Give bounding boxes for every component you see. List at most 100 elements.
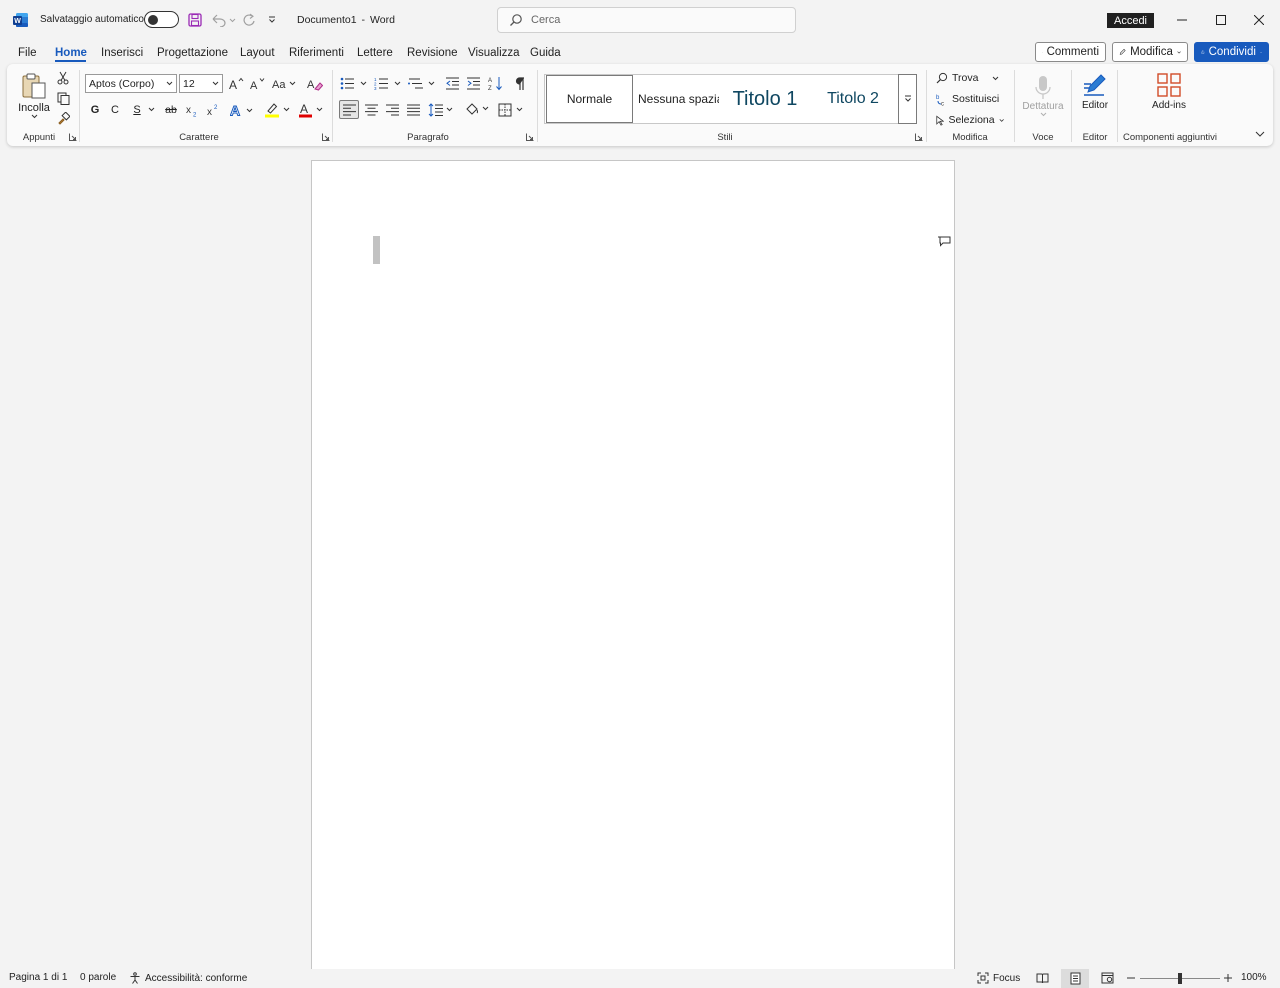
accessibility-status[interactable]: Accessibilità: conforme — [129, 972, 247, 984]
font-name-combo[interactable]: Aptos (Corpo) — [85, 74, 177, 93]
tab-mailings[interactable]: Lettere — [357, 44, 393, 62]
style-heading-1[interactable]: Titolo 1 — [722, 75, 808, 123]
line-spacing-button[interactable] — [427, 100, 455, 119]
underline-button[interactable]: S — [130, 101, 144, 118]
search-box[interactable]: Cerca — [497, 7, 796, 33]
chevron-down-icon[interactable] — [148, 107, 155, 112]
zoom-slider-thumb[interactable] — [1178, 973, 1182, 984]
addins-group-label: Componenti aggiuntivi — [1122, 132, 1217, 143]
decrease-indent-button[interactable] — [443, 74, 461, 93]
superscript-button[interactable]: x2 — [206, 101, 222, 118]
group-divider — [332, 70, 333, 142]
change-case-button[interactable]: Aa — [271, 74, 299, 93]
document-title[interactable]: Documento1 - Word — [297, 14, 395, 26]
font-color-button[interactable]: A — [297, 100, 324, 119]
redo-button[interactable] — [240, 11, 258, 29]
styles-more-button[interactable] — [898, 74, 917, 124]
borders-button[interactable] — [497, 100, 525, 119]
strikethrough-button[interactable]: ab — [162, 101, 180, 118]
style-normal[interactable]: Normale — [546, 75, 633, 123]
undo-button[interactable] — [209, 11, 237, 29]
sign-in-button[interactable]: Accedi — [1107, 13, 1154, 28]
format-painter-button[interactable] — [54, 110, 72, 126]
close-button[interactable] — [1249, 11, 1269, 29]
tab-insert[interactable]: Inserisci — [101, 44, 143, 62]
new-comment-button[interactable] — [936, 234, 952, 248]
tab-references[interactable]: Riferimenti — [289, 44, 344, 62]
style-heading-2[interactable]: Titolo 2 — [810, 75, 896, 123]
find-button[interactable]: Trova — [936, 70, 1000, 86]
tab-help[interactable]: Guida — [530, 44, 561, 62]
tab-view[interactable]: Visualizza — [468, 44, 520, 62]
justify-button[interactable] — [403, 100, 423, 119]
minimize-icon — [1177, 19, 1187, 21]
find-label: Trova — [952, 72, 979, 84]
align-right-button[interactable] — [382, 100, 402, 119]
sort-button[interactable]: AZ — [487, 74, 505, 93]
editing-mode-button[interactable]: Modifica — [1112, 42, 1188, 62]
paste-button[interactable]: Incolla — [17, 68, 51, 123]
cursor-arrow-icon — [936, 114, 945, 126]
align-left-button[interactable] — [339, 100, 359, 119]
minus-icon — [1127, 977, 1135, 979]
cut-button[interactable] — [54, 70, 72, 86]
align-center-button[interactable] — [361, 100, 381, 119]
font-size-combo[interactable]: 12 — [179, 74, 223, 93]
read-mode-button[interactable] — [1034, 971, 1050, 985]
clipboard-group-label: Appunti — [22, 132, 56, 143]
dictate-button[interactable]: Dettatura — [1019, 68, 1067, 124]
bullets-button[interactable] — [339, 74, 369, 93]
replace-button[interactable]: bc Sostituisci — [936, 91, 1000, 107]
zoom-in-button[interactable] — [1222, 971, 1234, 985]
text-effects-button[interactable]: A — [229, 100, 255, 119]
dialog-launcher-icon[interactable] — [69, 133, 77, 141]
show-formatting-button[interactable] — [511, 74, 529, 93]
style-no-spacing[interactable]: Nessuna spazia — [635, 75, 719, 123]
numbering-button[interactable]: 123 — [373, 74, 403, 93]
dialog-launcher-icon[interactable] — [915, 133, 923, 141]
page-count[interactable]: Pagina 1 di 1 — [9, 972, 67, 983]
copy-button[interactable] — [54, 90, 72, 106]
word-count[interactable]: 0 parole — [80, 972, 116, 983]
shading-button[interactable] — [463, 100, 491, 119]
share-button[interactable]: Condividi — [1194, 42, 1269, 62]
print-layout-button[interactable] — [1061, 969, 1089, 988]
add-ins-button[interactable]: Add-ins — [1145, 68, 1193, 114]
focus-button[interactable]: Focus — [977, 972, 1020, 984]
increase-indent-button[interactable] — [464, 74, 482, 93]
customize-qat-button[interactable] — [265, 13, 279, 27]
comments-button[interactable]: Commenti — [1035, 42, 1106, 62]
paste-label: Incolla — [18, 102, 50, 114]
bold-button[interactable]: G — [88, 101, 102, 118]
maximize-button[interactable] — [1211, 11, 1231, 29]
clear-formatting-button[interactable]: A — [305, 74, 325, 93]
italic-button[interactable]: C — [108, 101, 122, 118]
select-button[interactable]: Seleziona — [936, 112, 1004, 128]
minimize-button[interactable] — [1172, 11, 1192, 29]
shrink-font-button[interactable]: A — [248, 74, 266, 93]
document-name: Documento1 — [297, 14, 357, 26]
zoom-level[interactable]: 100% — [1241, 972, 1267, 983]
dialog-launcher-icon[interactable] — [322, 133, 330, 141]
tab-layout[interactable]: Layout — [240, 44, 275, 62]
subscript-button[interactable]: x2 — [185, 101, 201, 118]
autosave-toggle[interactable] — [144, 11, 179, 28]
active-tab-indicator — [55, 60, 86, 62]
collapse-ribbon-button[interactable] — [1253, 127, 1267, 141]
svg-text:A: A — [307, 79, 315, 91]
zoom-out-button[interactable] — [1125, 971, 1137, 985]
chevron-down-icon — [1177, 50, 1181, 54]
line-spacing-icon — [428, 102, 453, 117]
dialog-launcher-icon[interactable] — [526, 133, 534, 141]
web-layout-button[interactable] — [1099, 971, 1115, 985]
svg-text:2: 2 — [193, 112, 197, 117]
editor-button[interactable]: Editor — [1076, 68, 1114, 114]
tab-file[interactable]: File — [18, 44, 37, 62]
save-button[interactable] — [186, 11, 204, 29]
document-page[interactable] — [311, 160, 955, 972]
highlight-color-button[interactable] — [263, 100, 291, 119]
multilevel-list-button[interactable] — [407, 74, 437, 93]
tab-design[interactable]: Progettazione — [157, 44, 228, 62]
grow-font-button[interactable]: A — [227, 74, 245, 93]
tab-review[interactable]: Revisione — [407, 44, 458, 62]
